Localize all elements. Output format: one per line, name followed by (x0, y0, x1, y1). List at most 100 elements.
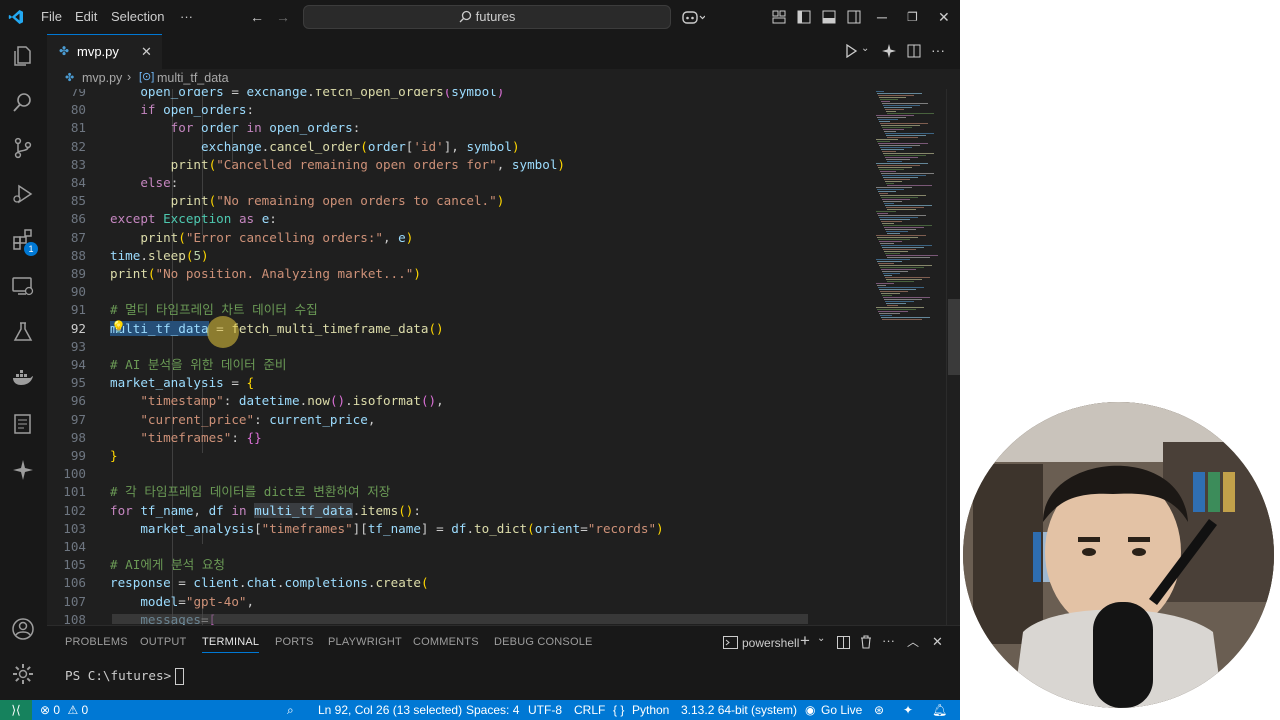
error-icon: ⊗ (40, 703, 51, 717)
code-line[interactable]: 80 if open_orders: (47, 101, 870, 119)
run-dropdown-chevron-icon[interactable]: ⌄ (861, 43, 869, 54)
breadcrumb-symbol[interactable]: multi_tf_data (157, 71, 229, 85)
tab-terminal[interactable]: TERMINAL (202, 636, 260, 653)
code-line[interactable]: 85 print("No remaining open orders to ca… (47, 192, 870, 210)
code-line[interactable]: 89 print("No position. Analyzing market..… (47, 265, 870, 283)
tab-ports[interactable]: PORTS (275, 636, 314, 648)
problems-indicator[interactable]: ⊗ 0 ⚠ 0 (40, 700, 88, 720)
minimap[interactable] (870, 89, 946, 625)
tab-mvp-py[interactable]: ✤ mvp.py ✕ (47, 34, 162, 70)
toggle-panel-icon[interactable] (822, 10, 836, 24)
copilot-icon[interactable] (681, 9, 705, 25)
docker-icon[interactable] (11, 366, 35, 390)
lightbulb-icon[interactable]: 💡 (111, 320, 126, 334)
indentation[interactable]: Spaces: 4 (466, 700, 519, 720)
remote-explorer-icon[interactable] (11, 274, 35, 298)
code-line[interactable]: 84 else: (47, 174, 870, 192)
toggle-secondary-sidebar-icon[interactable] (847, 10, 861, 24)
new-terminal-dropdown-icon[interactable]: ⌄ (817, 633, 825, 644)
code-line[interactable]: 99} (47, 447, 870, 465)
code-line[interactable]: 92 multi_tf_data = fetch_multi_timeframe_… (47, 320, 870, 338)
explorer-icon[interactable] (11, 44, 35, 68)
code-line[interactable]: 94 # AI 분석을 위한 데이터 준비 (47, 356, 870, 374)
kill-terminal-trash-icon[interactable] (860, 635, 872, 649)
breadcrumb-file[interactable]: mvp.py (82, 71, 122, 85)
code-editor[interactable]: 79 open_orders = exchange.fetch_open_ord… (47, 89, 870, 625)
remote-indicator-icon[interactable]: ⟩⟨ (0, 700, 32, 720)
code-line[interactable]: 83 print("Cancelled remaining open order… (47, 156, 870, 174)
tab-comments[interactable]: COMMENTS (413, 636, 479, 648)
manage-gear-icon[interactable] (11, 662, 35, 686)
end-of-line[interactable]: CRLF (574, 700, 605, 720)
code-line[interactable]: 103 market_analysis["timeframes"][tf_nam… (47, 520, 870, 538)
run-and-debug-icon[interactable] (11, 182, 35, 206)
new-terminal-plus-icon[interactable]: + (800, 631, 810, 651)
menu-more[interactable]: ··· (180, 9, 193, 24)
code-line[interactable]: 90 (47, 283, 870, 301)
code-line[interactable]: 79 open_orders = exchange.fetch_open_ord… (47, 89, 870, 101)
close-window-icon[interactable]: ✕ (938, 9, 950, 25)
back-arrow-icon[interactable]: ← (250, 9, 264, 25)
code-line[interactable]: 105 # AI에게 분석 요청 (47, 556, 870, 574)
code-line[interactable]: 107 model="gpt-4o", (47, 593, 870, 611)
sparkle-icon[interactable] (11, 458, 35, 482)
code-line[interactable]: 102 for tf_name, df in multi_tf_data.item… (47, 502, 870, 520)
menu-selection[interactable]: Selection (111, 9, 164, 24)
restore-icon[interactable]: ❐ (907, 9, 918, 25)
notifications-bell-icon[interactable]: 🔔︎ (932, 700, 947, 720)
vertical-scrollbar[interactable] (946, 89, 960, 625)
terminal-shell-label[interactable]: powershell (742, 636, 799, 650)
notes-panel-icon[interactable] (11, 412, 35, 436)
code-line[interactable]: 95 market_analysis = { (47, 374, 870, 392)
customize-layout-icon[interactable] (772, 10, 786, 24)
code-line[interactable]: 88 time.sleep(5) (47, 247, 870, 265)
code-line[interactable]: 100 (47, 465, 870, 483)
accounts-icon[interactable] (11, 617, 35, 641)
split-editor-icon[interactable] (907, 44, 921, 58)
code-line[interactable]: 82 exchange.cancel_order(order['id'], sy… (47, 138, 870, 156)
tab-playwright[interactable]: PLAYWRIGHT (328, 636, 402, 648)
source-control-icon[interactable] (11, 136, 35, 160)
encoding[interactable]: UTF-8 (528, 700, 562, 720)
menu-edit[interactable]: Edit (75, 9, 97, 24)
split-terminal-icon[interactable] (837, 636, 850, 649)
copilot-status-icon[interactable]: ⊛ (874, 700, 884, 720)
tab-problems[interactable]: PROBLEMS (65, 636, 128, 648)
tab-close-icon[interactable]: ✕ (141, 44, 152, 60)
zoom-search-icon[interactable]: ⌕ (287, 700, 294, 720)
language-mode[interactable]: Python (632, 700, 669, 720)
command-center-search[interactable]: futures (303, 5, 671, 29)
code-line[interactable]: 98 "timeframes": {} (47, 429, 870, 447)
python-interpreter[interactable]: 3.13.2 64-bit (system) (681, 700, 797, 720)
go-live-button[interactable]: Go Live (821, 700, 862, 720)
horizontal-scrollbar[interactable] (112, 614, 808, 624)
menu-file[interactable]: File (41, 9, 62, 24)
code-line[interactable]: 81 for order in open_orders: (47, 119, 870, 137)
minimize-icon[interactable]: ─ (877, 9, 887, 25)
toggle-primary-sidebar-icon[interactable] (797, 10, 811, 24)
code-line[interactable]: 87 print("Error cancelling orders:", e) (47, 229, 870, 247)
code-line[interactable]: 91 # 멀티 타임프레임 차트 데이터 수집 (47, 301, 870, 319)
terminal-output[interactable]: PS C:\futures> (65, 668, 185, 685)
forward-arrow-icon[interactable]: → (276, 9, 290, 25)
scrollbar-thumb[interactable] (948, 299, 960, 375)
close-panel-icon[interactable]: ✕ (932, 634, 943, 650)
copilot-sparkle-icon[interactable] (881, 43, 897, 59)
code-line[interactable]: 104 (47, 538, 870, 556)
code-line[interactable]: 101 # 각 타임프레임 데이터를 dict로 변환하여 저장 (47, 483, 870, 501)
run-python-file-icon[interactable] (844, 44, 858, 58)
tab-debug-console[interactable]: DEBUG CONSOLE (494, 636, 593, 648)
code-line[interactable]: 106 response = client.chat.completions.cr… (47, 574, 870, 592)
tab-output[interactable]: OUTPUT (140, 636, 186, 648)
more-actions-icon[interactable]: ··· (931, 42, 945, 58)
search-icon[interactable] (11, 90, 35, 114)
code-line[interactable]: 93 (47, 338, 870, 356)
code-line[interactable]: 96 "timestamp": datetime.now().isoformat… (47, 392, 870, 410)
maximize-panel-chevron-icon[interactable]: ︿ (907, 633, 919, 650)
cursor-position[interactable]: Ln 92, Col 26 (13 selected) (318, 700, 462, 720)
panel-more-icon[interactable]: ··· (882, 633, 895, 648)
testing-icon[interactable] (11, 320, 35, 344)
sparkle-status-icon[interactable]: ✦ (903, 700, 913, 720)
code-line[interactable]: 86 except Exception as e: (47, 210, 870, 228)
code-line[interactable]: 97 "current_price": current_price, (47, 411, 870, 429)
